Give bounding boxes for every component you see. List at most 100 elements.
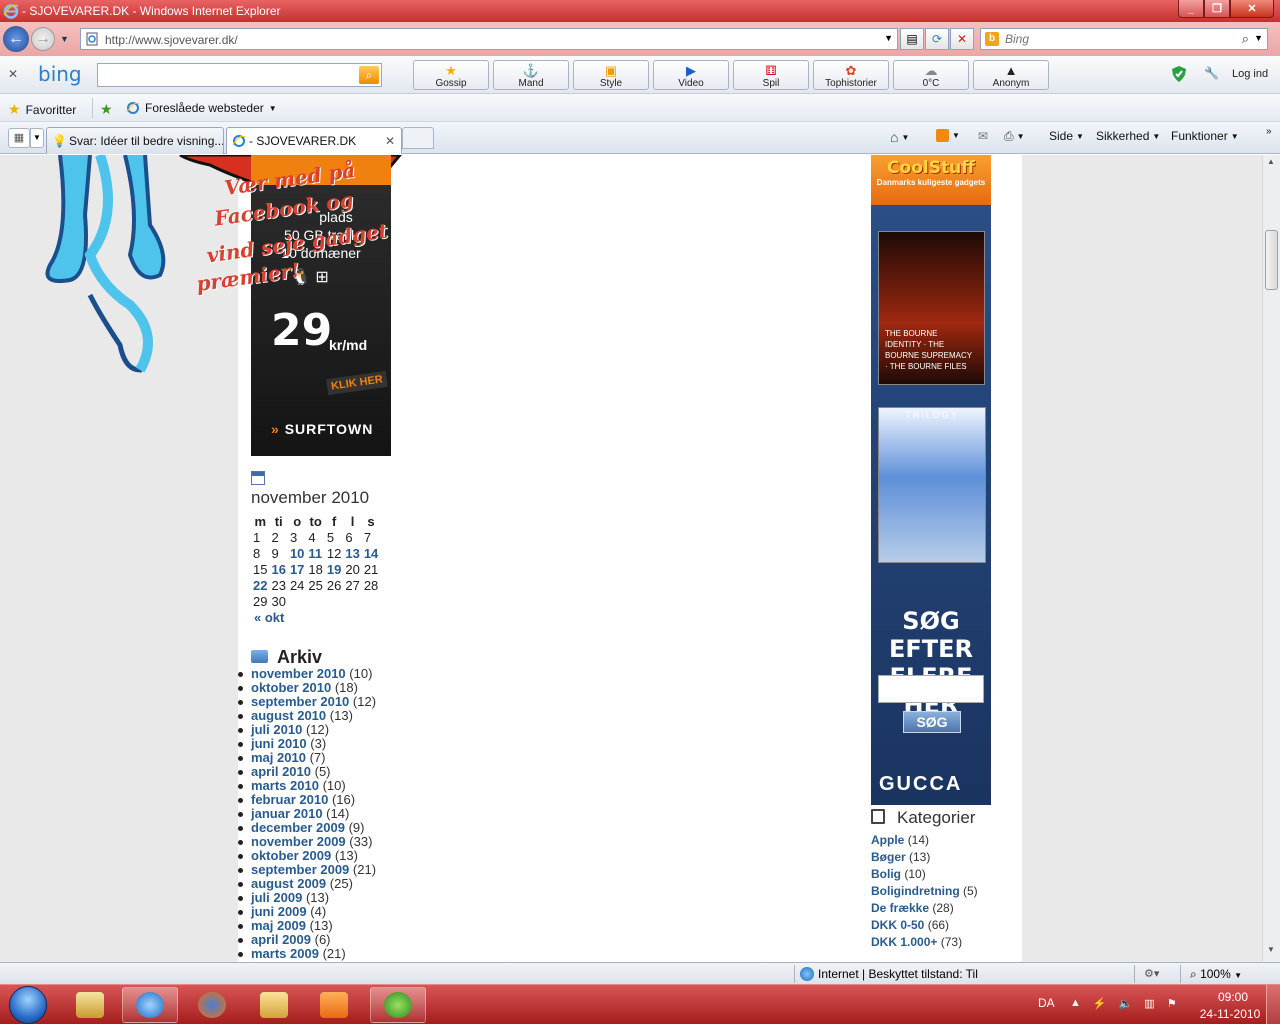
archive-month-link[interactable]: januar 2010 [251,806,323,821]
read-mail-button[interactable]: ✉ [978,129,988,143]
favorites-button[interactable]: ★ Favoritter [8,101,76,118]
category-link[interactable]: De frække [871,901,929,915]
archive-month-link[interactable]: september 2009 [251,862,349,877]
archive-month-link[interactable]: september 2010 [251,694,349,709]
category-link[interactable]: Boligindretning [871,884,960,898]
forward-button[interactable]: → [31,27,55,51]
address-bar[interactable]: http://www.sjovevarer.dk/ ▼ [80,28,898,50]
calendar-day[interactable]: 14 [362,545,380,561]
login-link[interactable]: Log ind [1232,68,1268,80]
close-tab-icon[interactable]: ✕ [385,134,395,148]
scroll-up-icon[interactable]: ▲ [1267,157,1275,166]
page-menu[interactable]: Side ▼ [1049,129,1084,143]
gucca-search-button[interactable]: SØG [903,711,961,733]
ad-cta-button[interactable]: KLIK HER [326,370,388,396]
add-to-favorites-bar-button[interactable]: ★ [100,101,113,118]
archive-month-link[interactable]: december 2009 [251,820,345,835]
category-link[interactable]: DKK 0-50 [871,918,924,932]
network-icon[interactable]: ▥ [1144,997,1154,1010]
archive-month-link[interactable]: november 2009 [251,834,346,849]
language-indicator[interactable]: DA [1038,996,1055,1010]
spil-button[interactable]: ⚅ Spil [733,60,809,90]
stop-button[interactable]: ✕ [950,28,974,50]
show-desktop-button[interactable] [1266,985,1280,1024]
tools-menu[interactable]: Funktioner ▼ [1171,129,1239,143]
search-input[interactable] [1005,31,1225,47]
toolbar-search-input[interactable] [102,65,357,85]
gucca-search-input[interactable] [878,675,984,703]
back-button[interactable]: ← [3,26,29,52]
start-button[interactable] [4,985,52,1024]
anonym-button[interactable]: ▲ Anonym [973,60,1049,90]
calendar-day[interactable]: 13 [343,545,361,561]
tab-list-dropdown[interactable]: ▼ [30,128,44,148]
category-link[interactable]: DKK 1.000+ [871,935,937,949]
taskbar-messenger[interactable] [370,987,426,1023]
clock-time[interactable]: 09:00 [1198,990,1268,1004]
close-toolbar-icon[interactable]: ✕ [8,67,18,81]
archive-month-link[interactable]: februar 2010 [251,792,328,807]
category-link[interactable]: Apple [871,833,904,847]
zoom-level[interactable]: ⌕ 100% ▼ [1190,967,1242,982]
clock-date[interactable]: 24-11-2010 [1192,1007,1268,1021]
more-commands-button[interactable]: » [1266,126,1272,137]
archive-month-link[interactable]: oktober 2009 [251,848,331,863]
calendar-day[interactable]: 11 [306,545,324,561]
archive-month-link[interactable]: juni 2010 [251,736,307,751]
wrench-icon[interactable]: 🔧 [1204,66,1219,80]
show-hidden-icons[interactable]: ▲ [1070,997,1081,1010]
maximize-button[interactable]: ❐ [1204,0,1230,18]
search-box[interactable]: b ⌕ ▼ [980,28,1268,50]
volume-icon[interactable]: 🔈 [1119,997,1133,1010]
tab-svar[interactable]: 💡 Svar: Idéer til bedre visning... [46,127,224,154]
archive-month-link[interactable]: maj 2010 [251,750,306,765]
coolstuff-ad[interactable]: CoolStuff Danmarks kuligeste gadgets [871,155,991,205]
taskbar-firefox[interactable] [184,987,240,1023]
close-window-button[interactable]: ✕ [1230,0,1274,18]
archive-month-link[interactable]: marts 2009 [251,946,319,961]
refresh-button[interactable]: ⟳ [925,28,949,50]
archive-month-link[interactable]: juni 2009 [251,904,307,919]
weather-button[interactable]: ☁ 0°C [893,60,969,90]
search-options-dropdown[interactable]: ▼ [1254,33,1263,43]
bourne-dvd-image[interactable]: THE BOURNE IDENTITY · THE BOURNE SUPREMA… [878,231,985,385]
calendar-day[interactable]: 19 [325,561,343,577]
search-icon[interactable]: ⌕ [1242,31,1249,47]
calendar-previous-month-link[interactable]: « okt [254,610,284,625]
mand-button[interactable]: ⚓ Mand [493,60,569,90]
recent-pages-dropdown[interactable]: ▼ [60,34,69,44]
archive-month-link[interactable]: marts 2010 [251,778,319,793]
home-button[interactable]: ⌂ ▼ [890,129,909,145]
archive-month-link[interactable]: oktober 2010 [251,680,331,695]
compatibility-view-button[interactable]: ▤ [900,28,924,50]
archive-month-link[interactable]: august 2010 [251,708,326,723]
archive-month-link[interactable]: november 2010 [251,666,346,681]
back-to-the-future-dvd-image[interactable]: TRILOGY [878,407,986,563]
security-zone[interactable]: Internet | Beskyttet tilstand: Til [800,967,978,981]
archive-month-link[interactable]: april 2009 [251,932,311,947]
minimize-button[interactable]: _ [1178,0,1204,18]
style-button[interactable]: ▣ Style [573,60,649,90]
taskbar-internet-explorer[interactable] [122,987,178,1023]
video-button[interactable]: ▶ Video [653,60,729,90]
address-url[interactable]: http://www.sjovevarer.dk/ [105,33,238,47]
address-dropdown[interactable]: ▼ [884,33,893,43]
shield-icon[interactable] [1172,66,1186,82]
new-tab-button[interactable] [402,127,434,149]
category-link[interactable]: Bolig [871,867,901,881]
taskbar-explorer[interactable] [246,987,302,1023]
tophistorier-button[interactable]: ✿ Tophistorier [813,60,889,90]
print-button[interactable]: ⎙ ▼ [1004,129,1025,144]
scrollbar-thumb[interactable] [1265,230,1278,290]
calendar-day[interactable]: 16 [269,561,287,577]
taskbar-outlook[interactable] [62,987,118,1023]
toolbar-search[interactable]: ⌕ [97,63,382,87]
archive-month-link[interactable]: juli 2009 [251,890,302,905]
flag-icon[interactable]: ⚑ [1167,997,1177,1010]
gossip-button[interactable]: ★ Gossip [413,60,489,90]
suggested-sites-link[interactable]: Foreslåede websteder ▼ [126,101,277,115]
archive-month-link[interactable]: august 2009 [251,876,326,891]
toolbar-search-button[interactable]: ⌕ [359,66,379,84]
quick-tabs-button[interactable]: ▦ [8,128,30,148]
power-icon[interactable]: ⚡ [1093,997,1107,1010]
